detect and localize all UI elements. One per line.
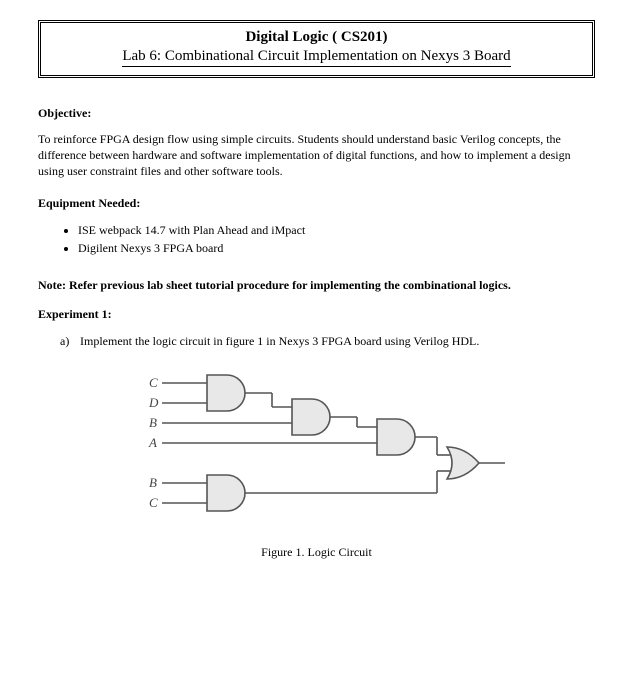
input-label-d: D xyxy=(148,395,159,410)
equipment-heading: Equipment Needed: xyxy=(38,196,595,211)
input-label-a: A xyxy=(148,435,157,450)
input-label-c1: C xyxy=(149,375,158,390)
input-label-c2: C xyxy=(149,495,158,510)
document-header: Digital Logic ( CS201) Lab 6: Combinatio… xyxy=(38,20,595,78)
input-label-b1: B xyxy=(149,415,157,430)
figure-caption: Figure 1. Logic Circuit xyxy=(38,545,595,560)
experiment-item: a) Implement the logic circuit in figure… xyxy=(60,334,595,349)
objective-heading: Objective: xyxy=(38,106,595,121)
item-text: Implement the logic circuit in figure 1 … xyxy=(80,334,479,349)
logic-circuit-diagram: C D B A B C F xyxy=(127,363,507,543)
note-text: Note: Refer previous lab sheet tutorial … xyxy=(38,277,595,293)
experiment-heading: Experiment 1: xyxy=(38,307,595,322)
equipment-list: ISE webpack 14.7 with Plan Ahead and iMp… xyxy=(78,221,595,257)
list-item: ISE webpack 14.7 with Plan Ahead and iMp… xyxy=(78,221,595,239)
list-item: Digilent Nexys 3 FPGA board xyxy=(78,239,595,257)
lab-title: Lab 6: Combinational Circuit Implementat… xyxy=(122,48,510,67)
input-label-b2: B xyxy=(149,475,157,490)
item-marker: a) xyxy=(60,334,80,349)
objective-text: To reinforce FPGA design flow using simp… xyxy=(38,131,595,180)
course-title: Digital Logic ( CS201) xyxy=(51,29,582,46)
figure: C D B A B C F Figure 1. Logic Circuit xyxy=(38,363,595,560)
